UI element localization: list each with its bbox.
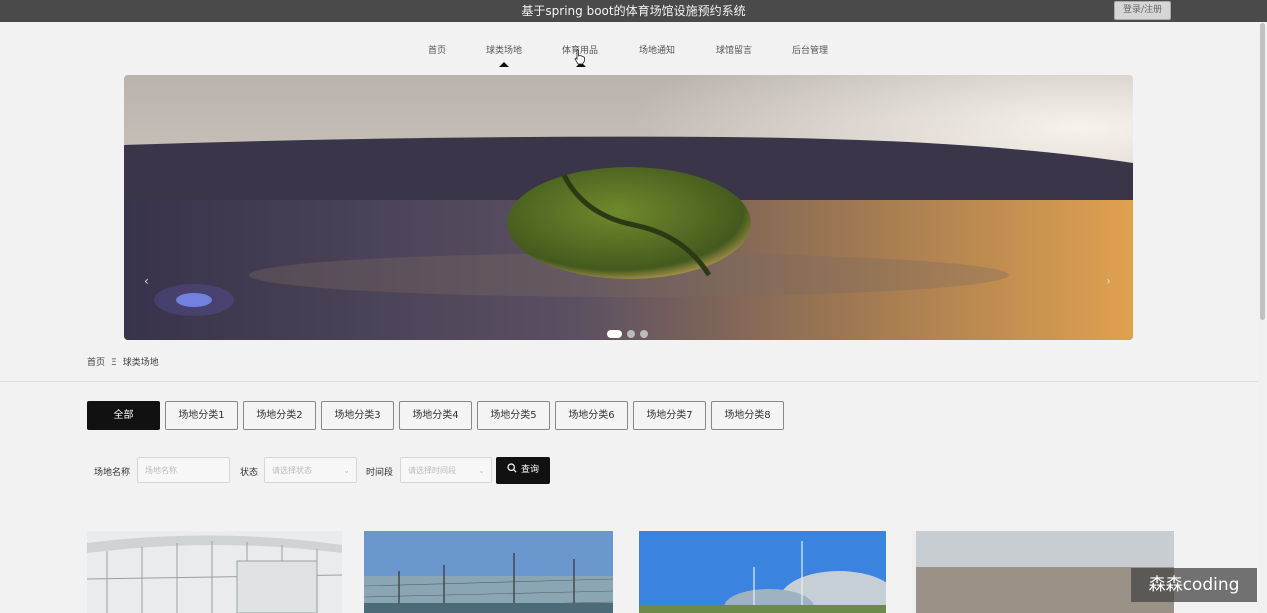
carousel-indicators bbox=[607, 323, 653, 342]
section-divider bbox=[0, 381, 1258, 382]
scrollbar-thumb[interactable] bbox=[1260, 23, 1265, 320]
carousel-dot-2[interactable] bbox=[627, 329, 635, 338]
active-nav-indicator bbox=[499, 62, 509, 67]
category-button-6[interactable]: 场地分类6 bbox=[555, 401, 628, 430]
search-button[interactable]: 查询 bbox=[496, 457, 550, 484]
status-select-placeholder: 请选择状态 bbox=[272, 466, 312, 475]
chevron-down-icon: ⌄ bbox=[343, 466, 350, 475]
carousel-next-arrow[interactable]: › bbox=[1106, 274, 1111, 288]
category-button-4[interactable]: 场地分类4 bbox=[399, 401, 472, 430]
category-button-7[interactable]: 场地分类7 bbox=[633, 401, 706, 430]
breadcrumb-current: 球类场地 bbox=[122, 358, 159, 368]
login-register-button[interactable]: 登录/注册 bbox=[1114, 1, 1171, 20]
category-button-2[interactable]: 场地分类2 bbox=[243, 401, 316, 430]
venue-image-3 bbox=[639, 531, 886, 613]
nav-item-home[interactable]: 首页 bbox=[428, 43, 446, 56]
time-slot-select[interactable]: 请选择时间段 ⌄ bbox=[400, 457, 492, 483]
nav-item-messages[interactable]: 球馆留言 bbox=[716, 43, 752, 56]
venue-card-2[interactable] bbox=[364, 531, 613, 613]
carousel-dot-3[interactable] bbox=[640, 329, 648, 338]
venue-name-label: 场地名称 bbox=[94, 468, 131, 478]
status-select[interactable]: 请选择状态 ⌄ bbox=[264, 457, 357, 483]
venue-image-2 bbox=[364, 531, 613, 613]
main-nav: 首页 球类场地 体育用品 场地通知 球馆留言 后台管理 bbox=[0, 22, 1258, 72]
time-slot-label: 时间段 bbox=[366, 468, 394, 478]
carousel-prev-arrow[interactable]: ‹ bbox=[144, 274, 149, 288]
breadcrumb-home[interactable]: 首页 bbox=[87, 358, 105, 368]
category-button-8[interactable]: 场地分类8 bbox=[711, 401, 784, 430]
venue-card-3[interactable] bbox=[639, 531, 886, 613]
category-all-button[interactable]: 全部 bbox=[87, 401, 160, 430]
search-button-label: 查询 bbox=[520, 465, 539, 475]
video-watermark: 森森coding bbox=[1131, 568, 1257, 602]
tennis-ball-banner-image bbox=[124, 75, 1133, 340]
site-title: 基于spring boot的体育场馆设施预约系统 bbox=[521, 4, 746, 18]
time-slot-select-placeholder: 请选择时间段 bbox=[408, 466, 456, 475]
search-icon bbox=[507, 463, 517, 473]
nav-item-admin[interactable]: 后台管理 bbox=[792, 43, 828, 56]
top-bar: 基于spring boot的体育场馆设施预约系统 登录/注册 bbox=[0, 0, 1267, 22]
nav-item-courts[interactable]: 球类场地 bbox=[486, 43, 522, 56]
chevron-down-icon: ⌄ bbox=[478, 466, 485, 475]
carousel-dot-1[interactable] bbox=[607, 329, 622, 338]
status-label: 状态 bbox=[240, 468, 259, 478]
venue-card-1[interactable] bbox=[87, 531, 342, 613]
banner-carousel[interactable]: ‹ › bbox=[124, 75, 1133, 340]
category-button-3[interactable]: 场地分类3 bbox=[321, 401, 394, 430]
venue-image-1 bbox=[87, 531, 342, 613]
breadcrumb: 首页 Ξ 球类场地 bbox=[87, 355, 159, 368]
venue-name-input[interactable]: 场地名称 bbox=[137, 457, 230, 483]
nav-item-notices[interactable]: 场地通知 bbox=[639, 43, 675, 56]
hand-cursor-icon bbox=[574, 49, 585, 65]
breadcrumb-separator: Ξ bbox=[111, 358, 117, 368]
category-button-5[interactable]: 场地分类5 bbox=[477, 401, 550, 430]
category-button-1[interactable]: 场地分类1 bbox=[165, 401, 238, 430]
